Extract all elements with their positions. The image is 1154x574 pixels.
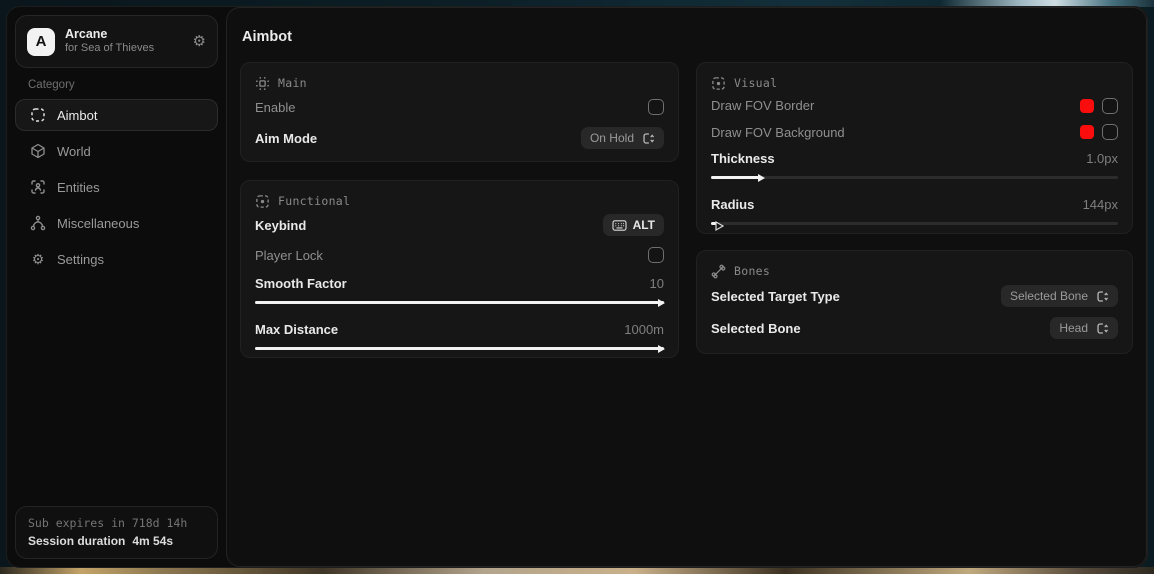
subscription-card: Sub expires in 718d 14h Session duration… bbox=[15, 506, 218, 559]
fov-background-label: Draw FOV Background bbox=[711, 125, 845, 140]
slider-fill bbox=[255, 347, 664, 350]
card-title: Visual bbox=[734, 76, 777, 90]
radius-slider[interactable] bbox=[711, 222, 1118, 225]
desktop-wallpaper-strip-bottom bbox=[0, 567, 1154, 574]
slider-thumb[interactable] bbox=[658, 345, 665, 353]
scan-person-icon bbox=[30, 179, 46, 195]
thickness-group: Thickness 1.0px bbox=[711, 147, 1118, 179]
slider-fill bbox=[711, 176, 760, 179]
select-brackets-icon bbox=[1096, 290, 1109, 303]
card-bones: Bones Selected Target Type Selected Bone… bbox=[696, 250, 1133, 354]
enable-label: Enable bbox=[255, 100, 295, 115]
card-main: Main Enable Aim Mode On Hold bbox=[240, 62, 679, 162]
world-box-icon bbox=[30, 143, 46, 159]
fov-background-color-swatch[interactable] bbox=[1080, 125, 1094, 139]
selected-bone-value: Head bbox=[1059, 321, 1088, 335]
page-title: Aimbot bbox=[242, 29, 292, 45]
card-visual-header: Visual bbox=[711, 74, 1118, 92]
network-icon bbox=[30, 215, 46, 231]
select-brackets-icon bbox=[1096, 322, 1109, 335]
sidebar-item-world[interactable]: World bbox=[15, 135, 218, 167]
radius-label: Radius bbox=[711, 197, 754, 212]
slider-fill bbox=[255, 301, 664, 304]
smooth-factor-label: Smooth Factor bbox=[255, 276, 347, 291]
crosshair-scan-icon bbox=[30, 107, 46, 123]
slider-thumb[interactable] bbox=[758, 174, 765, 182]
thickness-label: Thickness bbox=[711, 151, 775, 166]
radius-group: Radius 144px bbox=[711, 193, 1118, 225]
card-main-header: Main bbox=[255, 74, 664, 92]
card-title: Main bbox=[278, 76, 307, 90]
sidebar-item-settings[interactable]: ⚙ Settings bbox=[15, 243, 218, 275]
card-title: Bones bbox=[734, 264, 770, 278]
app-subtitle: for Sea of Thieves bbox=[65, 42, 154, 56]
smooth-factor-slider[interactable] bbox=[255, 301, 664, 304]
selected-bone-label: Selected Bone bbox=[711, 321, 801, 336]
app-name: Arcane bbox=[65, 27, 154, 43]
radius-value: 144px bbox=[1083, 197, 1118, 212]
max-distance-slider[interactable] bbox=[255, 347, 664, 350]
app-header-card: A Arcane for Sea of Thieves ⚙ bbox=[15, 15, 218, 68]
sidebar-item-miscellaneous[interactable]: Miscellaneous bbox=[15, 207, 218, 239]
sidebar-item-label: Entities bbox=[57, 180, 100, 195]
target-type-value: Selected Bone bbox=[1010, 289, 1088, 303]
main-panel: Aimbot Main Enable Aim Mode On Hold bbox=[226, 7, 1147, 567]
max-distance-label: Max Distance bbox=[255, 322, 338, 337]
card-functional-header: Functional bbox=[255, 192, 664, 210]
gear-icon[interactable]: ⚙ bbox=[193, 34, 206, 49]
sidebar: A Arcane for Sea of Thieves ⚙ Category A… bbox=[7, 7, 226, 567]
sidebar-item-aimbot[interactable]: Aimbot bbox=[15, 99, 218, 131]
enable-checkbox[interactable] bbox=[648, 99, 664, 115]
card-functional: Functional Keybind ALT Player Lock Smoot… bbox=[240, 180, 679, 358]
keyboard-icon bbox=[612, 219, 627, 232]
select-brackets-icon bbox=[642, 132, 655, 145]
player-lock-label: Player Lock bbox=[255, 248, 323, 263]
player-lock-checkbox[interactable] bbox=[648, 247, 664, 263]
session-duration: Session duration 4m 54s bbox=[28, 534, 205, 548]
app-window: A Arcane for Sea of Thieves ⚙ Category A… bbox=[6, 6, 1148, 568]
sidebar-nav: Aimbot World Entities Miscellaneous ⚙ Se… bbox=[15, 99, 218, 275]
card-bones-header: Bones bbox=[711, 262, 1118, 280]
max-distance-value: 1000m bbox=[624, 322, 664, 337]
smooth-factor-group: Smooth Factor 10 bbox=[255, 272, 664, 304]
boxed-dot-icon bbox=[255, 194, 270, 209]
sidebar-item-label: Settings bbox=[57, 252, 104, 267]
bone-icon bbox=[711, 264, 726, 279]
session-duration-label: Session duration bbox=[28, 534, 125, 548]
thickness-slider[interactable] bbox=[711, 176, 1118, 179]
sidebar-item-label: Miscellaneous bbox=[57, 216, 139, 231]
selected-bone-select[interactable]: Head bbox=[1050, 317, 1118, 339]
category-label: Category bbox=[28, 79, 75, 91]
card-visual: Visual Draw FOV Border Draw FOV Backgrou… bbox=[696, 62, 1133, 234]
slider-thumb[interactable] bbox=[658, 299, 665, 307]
gear-icon: ⚙ bbox=[30, 251, 46, 267]
aim-mode-label: Aim Mode bbox=[255, 131, 317, 146]
keybind-button[interactable]: ALT bbox=[603, 214, 664, 236]
fov-border-color-swatch[interactable] bbox=[1080, 99, 1094, 113]
boxed-dot-icon bbox=[711, 76, 726, 91]
max-distance-group: Max Distance 1000m bbox=[255, 318, 664, 350]
fov-border-label: Draw FOV Border bbox=[711, 98, 814, 113]
app-logo: A bbox=[27, 28, 55, 56]
smooth-factor-value: 10 bbox=[650, 276, 664, 291]
slider-thumb[interactable] bbox=[715, 218, 724, 229]
sidebar-item-entities[interactable]: Entities bbox=[15, 171, 218, 203]
aim-mode-select[interactable]: On Hold bbox=[581, 127, 664, 149]
focus-icon bbox=[255, 76, 270, 91]
aim-mode-value: On Hold bbox=[590, 131, 634, 145]
session-duration-value: 4m 54s bbox=[132, 534, 173, 548]
fov-background-checkbox[interactable] bbox=[1102, 124, 1118, 140]
app-meta: Arcane for Sea of Thieves bbox=[65, 27, 154, 56]
thickness-value: 1.0px bbox=[1086, 151, 1118, 166]
sidebar-item-label: Aimbot bbox=[57, 108, 97, 123]
keybind-label: Keybind bbox=[255, 218, 306, 233]
sidebar-item-label: World bbox=[57, 144, 91, 159]
fov-border-checkbox[interactable] bbox=[1102, 98, 1118, 114]
target-type-select[interactable]: Selected Bone bbox=[1001, 285, 1118, 307]
sub-expires-text: Sub expires in 718d 14h bbox=[28, 516, 205, 530]
keybind-value: ALT bbox=[633, 218, 655, 232]
card-title: Functional bbox=[278, 194, 350, 208]
target-type-label: Selected Target Type bbox=[711, 289, 840, 304]
